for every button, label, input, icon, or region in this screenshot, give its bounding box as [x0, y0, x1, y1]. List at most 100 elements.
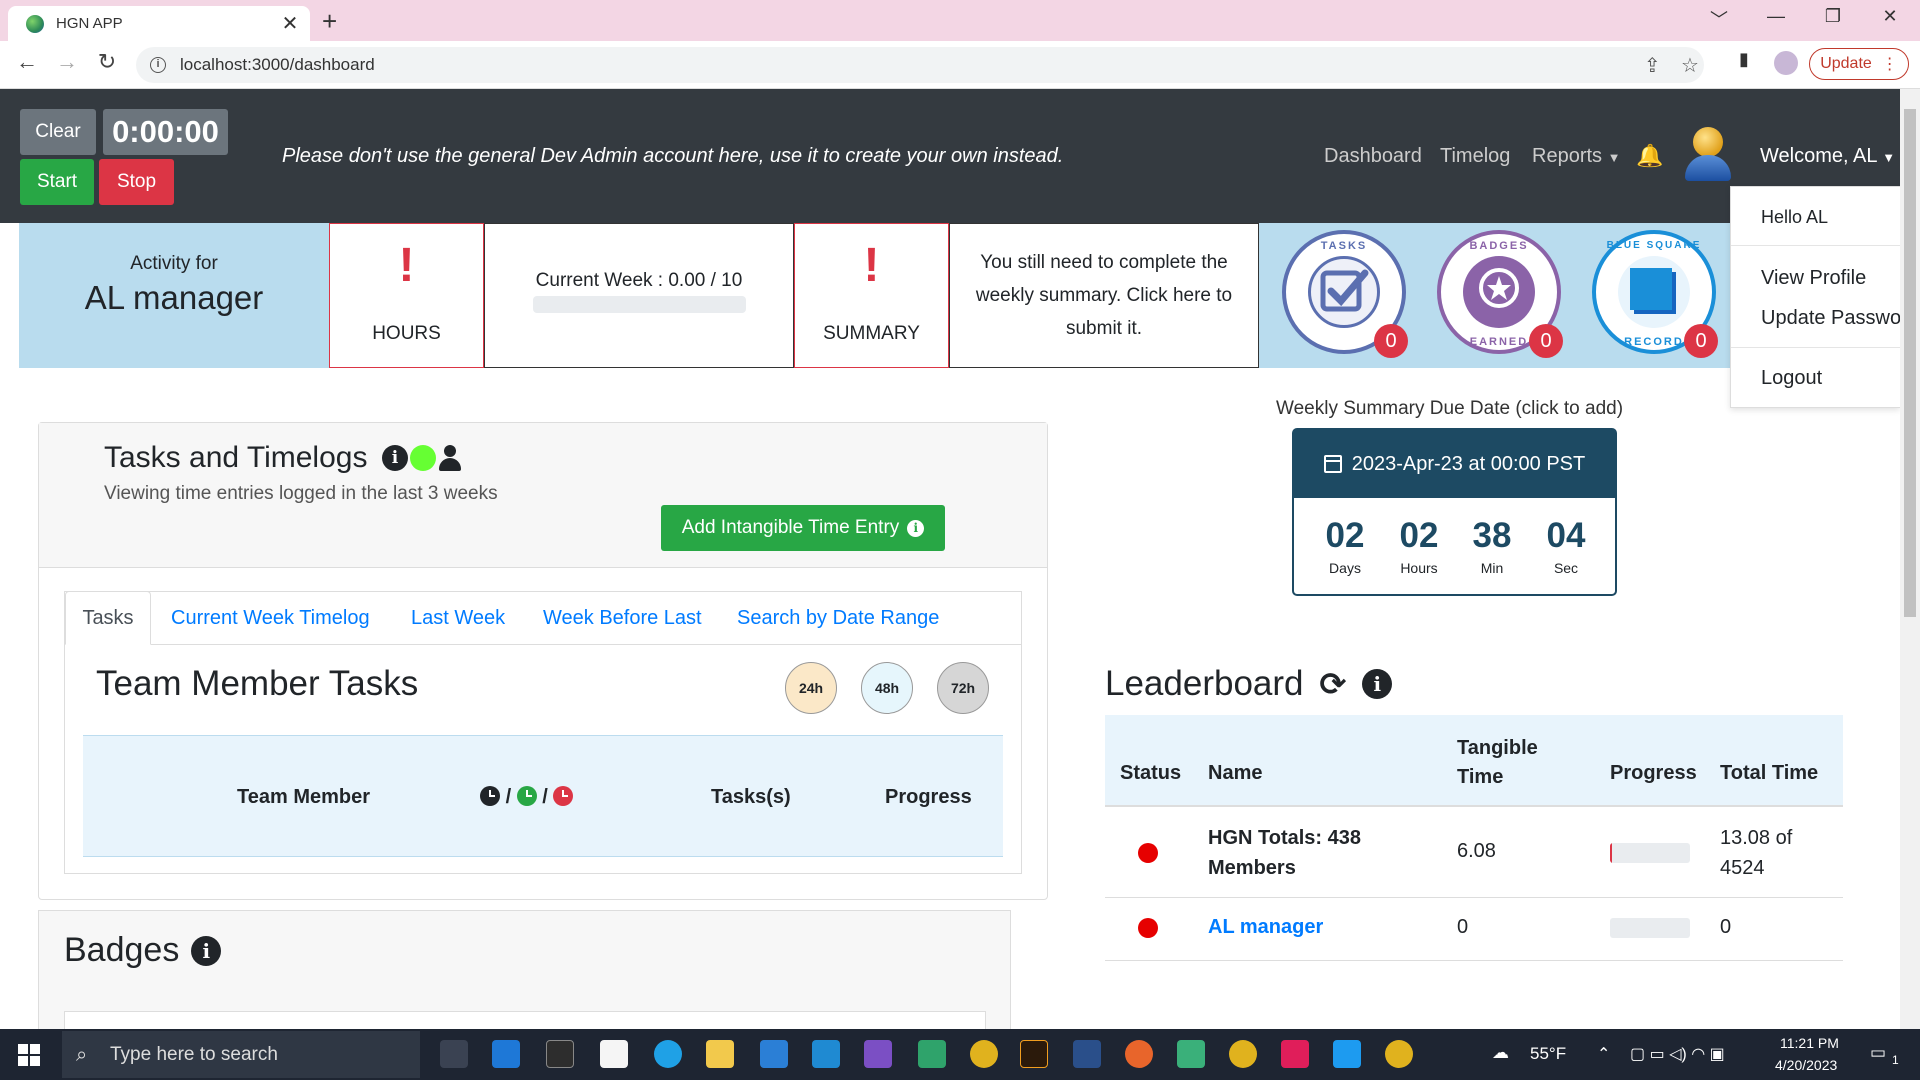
- taskbar-search-input[interactable]: ⌕ Type here to search: [62, 1031, 420, 1078]
- tab-tasks[interactable]: Tasks: [65, 591, 151, 645]
- store-icon[interactable]: [760, 1040, 788, 1068]
- windows-start-icon[interactable]: [18, 1044, 40, 1066]
- slack-icon[interactable]: [1281, 1040, 1309, 1068]
- lb-row-name-link[interactable]: AL manager: [1208, 916, 1323, 939]
- browser-tab[interactable]: HGN APP ✕: [8, 6, 310, 41]
- profile-avatar[interactable]: [1774, 51, 1798, 75]
- clear-button[interactable]: Clear: [20, 109, 96, 155]
- weather-icon[interactable]: ☁: [1492, 1043, 1509, 1063]
- panel-title: Tasks and Timelogs: [104, 441, 368, 474]
- chrome-icon[interactable]: [1385, 1040, 1413, 1068]
- add-intangible-time-button[interactable]: Add Intangible Time Entry i: [661, 505, 945, 551]
- reload-icon[interactable]: ↻: [92, 49, 122, 75]
- menu-divider: [1731, 347, 1900, 348]
- site-info-icon[interactable]: i: [150, 57, 166, 73]
- forward-icon[interactable]: →: [52, 49, 82, 75]
- filter-72h-button[interactable]: 72h: [937, 662, 989, 714]
- scrollbar-thumb[interactable]: [1904, 109, 1916, 617]
- panel-subtitle: Viewing time entries logged in the last …: [104, 483, 498, 504]
- hours-card[interactable]: ! HOURS: [329, 223, 484, 368]
- nav-dashboard-link[interactable]: Dashboard: [1324, 145, 1422, 168]
- info-icon[interactable]: i: [382, 445, 408, 471]
- qq-icon[interactable]: [1333, 1040, 1361, 1068]
- lb-row-progress: [1610, 918, 1690, 938]
- tab-week-before-last[interactable]: Week Before Last: [543, 607, 702, 630]
- minimize-icon[interactable]: —: [1761, 6, 1791, 27]
- due-date-value: 2023-Apr-23 at 00:00 PST: [1351, 452, 1586, 475]
- chrome-icon[interactable]: [1229, 1040, 1257, 1068]
- leaderboard-header: Status Name Tangible Time Progress Total…: [1105, 715, 1843, 807]
- bell-icon[interactable]: 🔔: [1636, 143, 1663, 169]
- update-button[interactable]: Update ⋮: [1809, 48, 1909, 80]
- tasks-badge[interactable]: TASKS 0: [1282, 230, 1408, 358]
- file-explorer-icon[interactable]: [706, 1040, 734, 1068]
- back-icon[interactable]: ←: [12, 49, 42, 75]
- lb-row-tangible: 6.08: [1457, 840, 1496, 862]
- chrome-icon[interactable]: [970, 1040, 998, 1068]
- blue-square-badge[interactable]: BLUE SQUARE RECORD 0: [1592, 230, 1718, 358]
- calendar-icon: [1323, 455, 1342, 473]
- tray-chevron-icon[interactable]: ⌃: [1597, 1044, 1610, 1064]
- clock-time[interactable]: 11:21 PM: [1780, 1035, 1839, 1051]
- clock-red-icon: [553, 786, 574, 806]
- nav-timelog-link[interactable]: Timelog: [1440, 145, 1510, 168]
- url-field[interactable]: i localhost:3000/dashboard ⇪ ☆: [136, 47, 1704, 83]
- firefox-icon[interactable]: [1125, 1040, 1153, 1068]
- filter-48h-button[interactable]: 48h: [861, 662, 913, 714]
- vscode-icon[interactable]: [812, 1040, 840, 1068]
- tray-icons[interactable]: ▢ ▭ ◁) ◠ ▣: [1630, 1044, 1725, 1064]
- summary-card[interactable]: ! SUMMARY: [794, 223, 949, 368]
- window-close-icon[interactable]: ✕: [1875, 6, 1905, 27]
- menu-view-profile[interactable]: View Profile: [1761, 267, 1866, 290]
- close-tab-icon[interactable]: ✕: [280, 11, 300, 36]
- countdown-minutes: 38 Min: [1457, 516, 1527, 576]
- badges-badge-count: 0: [1529, 324, 1563, 358]
- nav-reports-dropdown[interactable]: Reports ▼: [1532, 145, 1620, 168]
- due-date-countdown[interactable]: 2023-Apr-23 at 00:00 PST 02 Days 02 Hour…: [1292, 428, 1617, 596]
- welcome-dropdown[interactable]: Welcome, AL ▼: [1760, 145, 1895, 168]
- refresh-icon[interactable]: ⟳: [1320, 665, 1347, 703]
- summary-reminder-text: You still need to complete the weekly su…: [975, 252, 1233, 339]
- task-view-icon[interactable]: [440, 1040, 468, 1068]
- start-button[interactable]: Start: [20, 159, 94, 205]
- clock-date[interactable]: 4/20/2023: [1775, 1057, 1837, 1073]
- weather-temperature[interactable]: 55°F: [1530, 1044, 1566, 1064]
- filter-24h-button[interactable]: 24h: [785, 662, 837, 714]
- col-tasks: Tasks(s): [711, 786, 791, 808]
- terminal-icon[interactable]: [546, 1040, 574, 1068]
- notepad-icon[interactable]: [600, 1040, 628, 1068]
- mail-icon[interactable]: [492, 1040, 520, 1068]
- db-tool-icon[interactable]: [1073, 1040, 1101, 1068]
- tab-search-by-date-range[interactable]: Search by Date Range: [737, 607, 939, 630]
- page-scrollbar[interactable]: [1900, 89, 1920, 1029]
- app-icon[interactable]: [918, 1040, 946, 1068]
- share-icon[interactable]: ⇪: [1644, 53, 1661, 78]
- windows-taskbar: ⌕ Type here to search ☁ 55°F ⌃ ▢ ▭ ◁) ◠ …: [0, 1029, 1920, 1080]
- menu-logout[interactable]: Logout: [1761, 367, 1822, 390]
- tab-last-week[interactable]: Last Week: [411, 607, 505, 630]
- edge-icon[interactable]: [654, 1040, 682, 1068]
- bookmark-star-icon[interactable]: ☆: [1681, 53, 1699, 78]
- menu-update-password[interactable]: Update Password: [1761, 307, 1900, 330]
- leaderboard-row[interactable]: HGN Totals: 438 Members 6.08 13.08 of 45…: [1105, 807, 1843, 898]
- tasks-badge-label: TASKS: [1320, 240, 1368, 252]
- side-panel-icon[interactable]: ▮: [1733, 49, 1755, 71]
- info-icon[interactable]: i: [191, 935, 222, 966]
- restore-icon[interactable]: ❐: [1818, 6, 1848, 27]
- git-icon[interactable]: [1177, 1040, 1205, 1068]
- stop-button[interactable]: Stop: [99, 159, 174, 205]
- illustrator-icon[interactable]: [1020, 1040, 1048, 1068]
- info-icon[interactable]: i: [1362, 669, 1393, 699]
- notification-icon[interactable]: ▭: [1870, 1043, 1886, 1063]
- user-avatar[interactable]: [1685, 127, 1731, 181]
- weekly-summary-reminder[interactable]: You still need to complete the weekly su…: [949, 223, 1259, 368]
- tab-current-week-timelog[interactable]: Current Week Timelog: [171, 607, 370, 630]
- user-icon[interactable]: [438, 445, 462, 471]
- badges-earned-badge[interactable]: BADGES EARNED 0: [1437, 230, 1563, 358]
- due-date-label[interactable]: Weekly Summary Due Date (click to add): [1276, 398, 1623, 420]
- new-tab-icon[interactable]: +: [322, 6, 337, 37]
- leaderboard-row[interactable]: AL manager 0 0: [1105, 898, 1843, 961]
- tab-search-icon[interactable]: ﹀: [1704, 6, 1734, 32]
- visual-studio-icon[interactable]: [864, 1040, 892, 1068]
- blue-square-badge-count: 0: [1684, 324, 1718, 358]
